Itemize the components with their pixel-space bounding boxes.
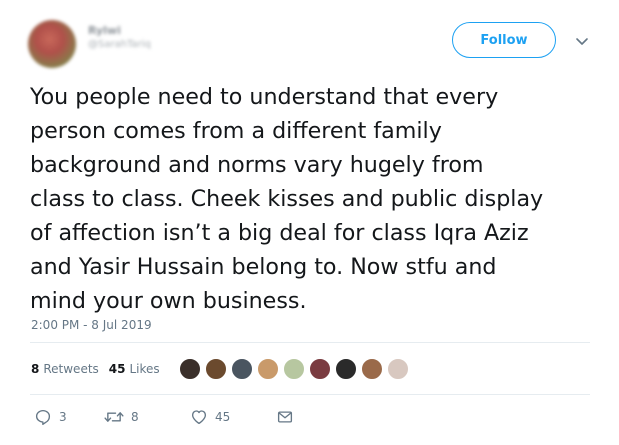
direct-message-button[interactable] [276,408,294,426]
like-button[interactable]: 45 [190,408,276,426]
tweet-timestamp[interactable]: 2:00 PM - 8 Jul 2019 [31,318,152,332]
retweet-count: 8 [131,410,139,424]
tweet-line: person comes from a different family [30,118,442,144]
liker-avatar[interactable] [204,357,228,381]
retweets-label: Retweets [43,362,99,376]
envelope-icon [277,411,293,423]
tweet-line: mind your own business. [30,288,307,314]
liker-avatar[interactable] [308,357,332,381]
divider [30,342,590,343]
tweet-header: Rylwi @SarahTariq Follow [28,14,598,70]
likes-stat[interactable]: 45 Likes [109,362,160,376]
retweets-count: 8 [31,362,40,376]
like-count: 45 [215,410,231,424]
tweet-line: and Yasir Hussain belong to. Now stfu an… [30,254,497,280]
tweet-text: You people need to understand that every… [30,80,590,318]
retweet-button[interactable]: 8 [104,408,190,426]
heart-icon [191,410,207,425]
tweet-line: of affection isn’t a big deal for class … [30,220,529,246]
liker-avatar[interactable] [256,357,280,381]
likes-count: 45 [108,362,126,376]
tweet-line: class to class. Cheek kisses and public … [30,186,544,212]
liker-avatars [178,357,412,381]
reply-icon [35,409,51,426]
user-handle[interactable]: @SarahTariq [88,38,151,52]
tweet-actions: 3 8 45 [34,408,294,426]
retweet-icon [104,412,124,422]
reply-button[interactable]: 3 [34,408,104,426]
tweet-line: You people need to understand that every [30,84,499,110]
liker-avatar[interactable] [360,357,384,381]
liker-avatar[interactable] [334,357,358,381]
follow-button[interactable]: Follow [452,22,556,58]
retweets-stat[interactable]: 8 Retweets [31,362,99,376]
likes-label: Likes [129,362,160,376]
reply-count: 3 [59,410,67,424]
liker-avatar[interactable] [282,357,306,381]
chevron-down-icon[interactable] [574,33,590,49]
display-name[interactable]: Rylwi [88,24,151,38]
liker-avatar[interactable] [386,357,410,381]
avatar[interactable] [28,20,76,68]
liker-avatar[interactable] [230,357,254,381]
divider [30,394,590,395]
liker-avatar[interactable] [178,357,202,381]
user-names[interactable]: Rylwi @SarahTariq [88,24,151,52]
tweet-line: background and norms vary hugely from [30,152,484,178]
tweet-stats: 8 Retweets 45 Likes [31,362,170,376]
